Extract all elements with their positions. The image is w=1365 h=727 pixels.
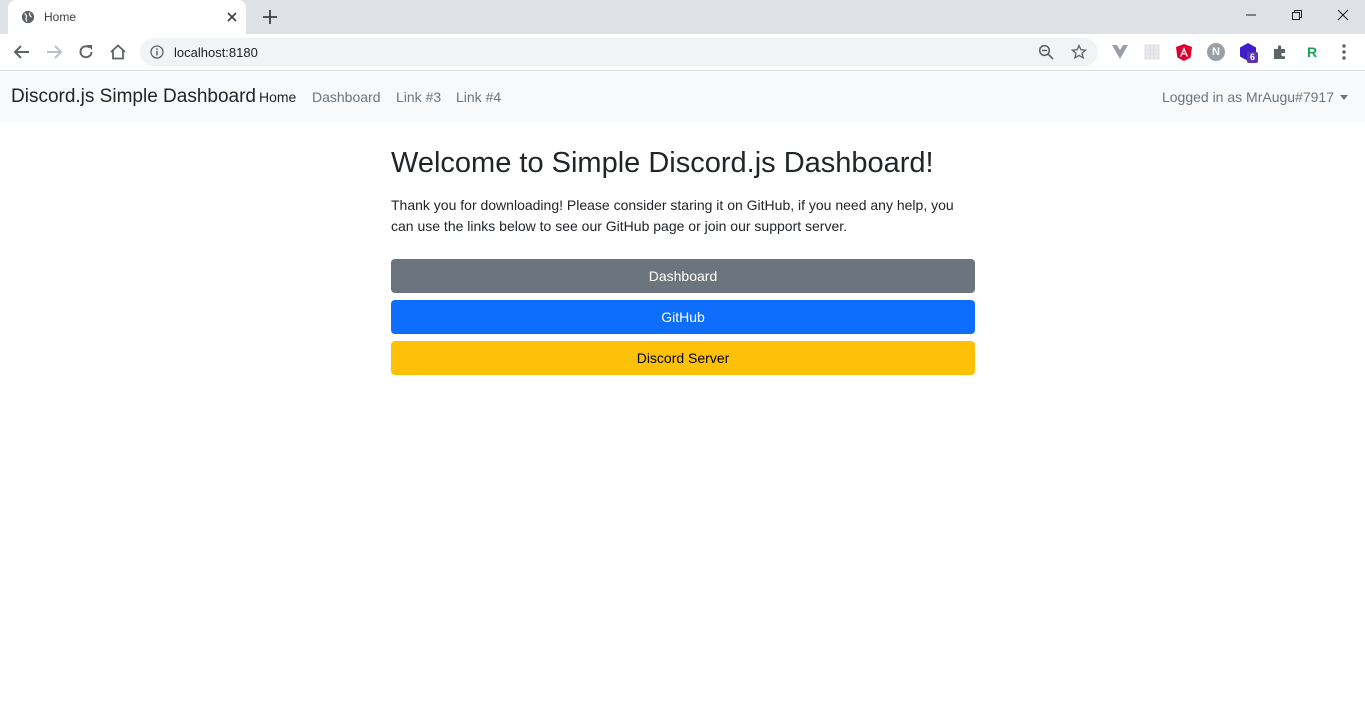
user-status-label: Logged in as MrAugu#7917 <box>1161 89 1334 105</box>
forward-arrow-icon <box>47 45 63 59</box>
puzzle-extensions-icon[interactable] <box>1271 43 1289 61</box>
back-arrow-icon <box>13 45 29 59</box>
nav-link-4[interactable]: Link #4 <box>456 89 501 105</box>
r-extension-icon[interactable]: R <box>1303 43 1321 61</box>
back-button[interactable] <box>12 42 32 62</box>
globe-icon <box>21 10 35 24</box>
minimize-icon <box>1246 14 1256 16</box>
address-bar[interactable]: localhost:8180 <box>140 38 1098 66</box>
restore-button[interactable] <box>1274 0 1320 30</box>
caret-down-icon <box>1340 94 1348 100</box>
angular-extension-icon[interactable] <box>1175 43 1193 61</box>
intro-text: Thank you for downloading! Please consid… <box>391 197 954 234</box>
n-extension-icon[interactable]: N <box>1207 43 1225 61</box>
reload-icon <box>79 45 93 59</box>
close-window-button[interactable] <box>1320 0 1365 30</box>
new-tab-icon[interactable] <box>261 8 279 26</box>
bookmark-star-icon[interactable] <box>1071 44 1087 60</box>
reload-button[interactable] <box>76 42 96 62</box>
tab-title: Home <box>44 10 77 24</box>
navbar-brand[interactable]: Discord.js Simple Dashboard <box>11 86 256 108</box>
nav-link-home[interactable]: Home <box>259 89 296 105</box>
home-icon <box>110 44 126 60</box>
github-button[interactable]: GitHub <box>391 300 975 334</box>
close-tab-icon[interactable] <box>224 9 240 25</box>
dashboard-button[interactable]: Dashboard <box>391 259 975 293</box>
discord-server-button[interactable]: Discord Server <box>391 341 975 375</box>
r-extension-label: R <box>1306 44 1318 60</box>
close-window-icon <box>1337 9 1349 21</box>
n-extension-label: N <box>1212 46 1220 58</box>
forward-button[interactable] <box>44 42 64 62</box>
restore-icon <box>1292 10 1302 20</box>
nav-link-dashboard[interactable]: Dashboard <box>312 89 381 105</box>
info-icon[interactable] <box>150 45 164 59</box>
grid-extension-icon[interactable] <box>1143 43 1161 61</box>
minimize-button[interactable] <box>1228 0 1274 30</box>
url-text: localhost:8180 <box>174 45 258 60</box>
nav-link-3[interactable]: Link #3 <box>396 89 441 105</box>
main-content: Welcome to Simple Discord.js Dashboard! … <box>391 145 975 382</box>
home-button[interactable] <box>108 42 128 62</box>
browser-tab[interactable]: Home <box>8 0 246 34</box>
page-title: Welcome to Simple Discord.js Dashboard! <box>391 147 934 179</box>
browser-tab-strip: Home <box>0 0 1365 34</box>
hexagon-extension-icon[interactable]: 6 <box>1239 43 1259 63</box>
user-dropdown[interactable]: Logged in as MrAugu#7917 <box>1162 89 1348 105</box>
browser-menu-icon[interactable] <box>1335 43 1353 61</box>
browser-toolbar: localhost:8180 N 6 R <box>0 34 1365 71</box>
site-navbar: Discord.js Simple Dashboard Home Dashboa… <box>0 72 1365 121</box>
extension-badge: 6 <box>1247 52 1259 63</box>
vue-devtools-extension-icon[interactable] <box>1111 43 1129 61</box>
zoom-out-icon[interactable] <box>1038 44 1054 60</box>
